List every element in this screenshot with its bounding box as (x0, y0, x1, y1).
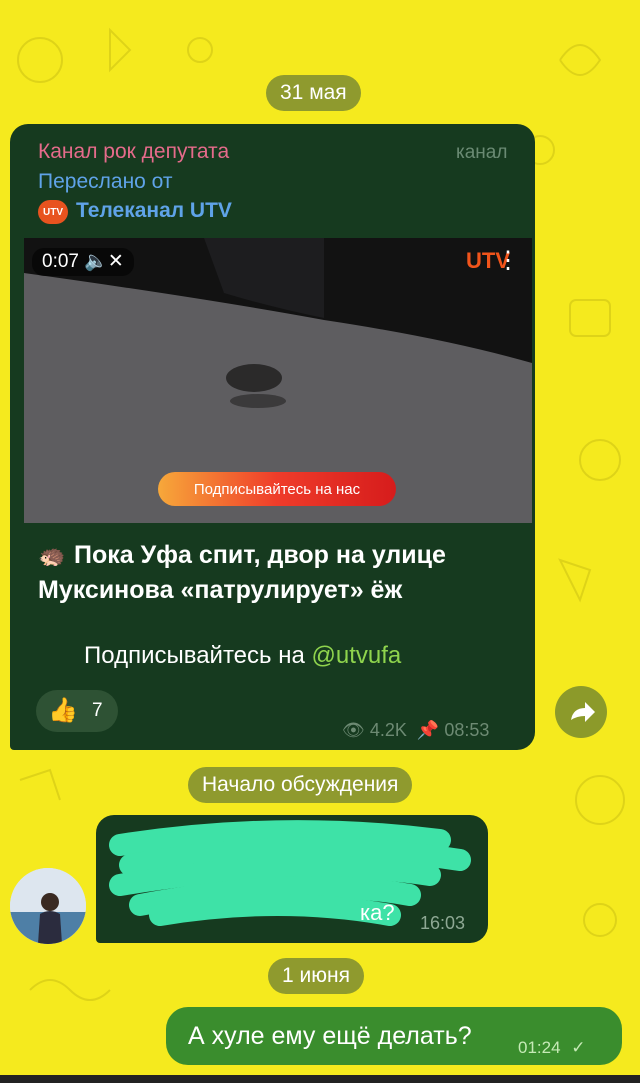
share-arrow-icon (571, 702, 595, 722)
forwarded-source[interactable]: Телеканал UTV (76, 199, 232, 223)
subscribe-prefix: Подписывайтесь на (84, 642, 312, 669)
post-line1: Пока Уфа спит, двор на улице (74, 541, 446, 569)
read-check-icon: ✓ (571, 1038, 586, 1057)
channel-name[interactable]: Канал рок депутата (38, 140, 229, 164)
bottom-edge (0, 1075, 640, 1083)
discussion-start-label: Начало обсуждения (188, 767, 413, 803)
hedgehog-emoji-icon: 🦔 (38, 543, 66, 568)
reaction-count: 7 (92, 700, 103, 721)
video-timer: 0:07 🔈✕ (32, 248, 134, 276)
eye-icon: 👁 (342, 720, 365, 740)
avatar[interactable] (10, 868, 86, 944)
outgoing-time-text: 01:24 (518, 1038, 561, 1057)
video-player[interactable]: 0:07 🔈✕ UTV ⋮ Подписывайтесь на нас (24, 238, 532, 523)
incoming-partial-text: ка? (360, 900, 395, 925)
views-count: 4.2K (369, 720, 407, 740)
mute-icon[interactable]: 🔈✕ (84, 251, 124, 272)
date-separator: 31 мая (266, 75, 361, 111)
incoming-time: 16:03 (420, 913, 466, 933)
channel-tag: канал (456, 142, 508, 163)
date-separator: 1 июня (268, 958, 364, 994)
reaction-thumbs-up[interactable]: 👍 7 (36, 690, 118, 732)
post-text: 🦔 Пока Уфа спит, двор на улице Муксинова … (38, 538, 446, 608)
post-line2: Муксинова «патрулирует» ёж (38, 576, 403, 604)
pin-icon: 📌 (416, 720, 440, 740)
post-time: 08:53 (444, 720, 490, 740)
thumbs-up-icon: 👍 (48, 697, 78, 724)
more-options-icon[interactable]: ⋮ (496, 246, 520, 275)
video-time-text: 0:07 (42, 251, 79, 272)
source-avatar[interactable]: UTV (38, 200, 68, 224)
video-subscribe-banner: Подписывайтесь на нас (158, 472, 396, 506)
post-meta: 👁 4.2K 📌 08:53 (342, 720, 489, 741)
subscribe-link[interactable]: @utvufa (311, 642, 401, 669)
forwarded-label: Переслано от (38, 170, 173, 193)
avatar-photo (10, 868, 86, 944)
outgoing-time: 01:24 ✓ (518, 1038, 586, 1058)
outgoing-message-text: А хуле ему ещё делать? (188, 1022, 472, 1050)
post-subscribe-line: Подписывайтесь на @utvufa (84, 642, 401, 670)
share-button[interactable] (555, 686, 607, 738)
